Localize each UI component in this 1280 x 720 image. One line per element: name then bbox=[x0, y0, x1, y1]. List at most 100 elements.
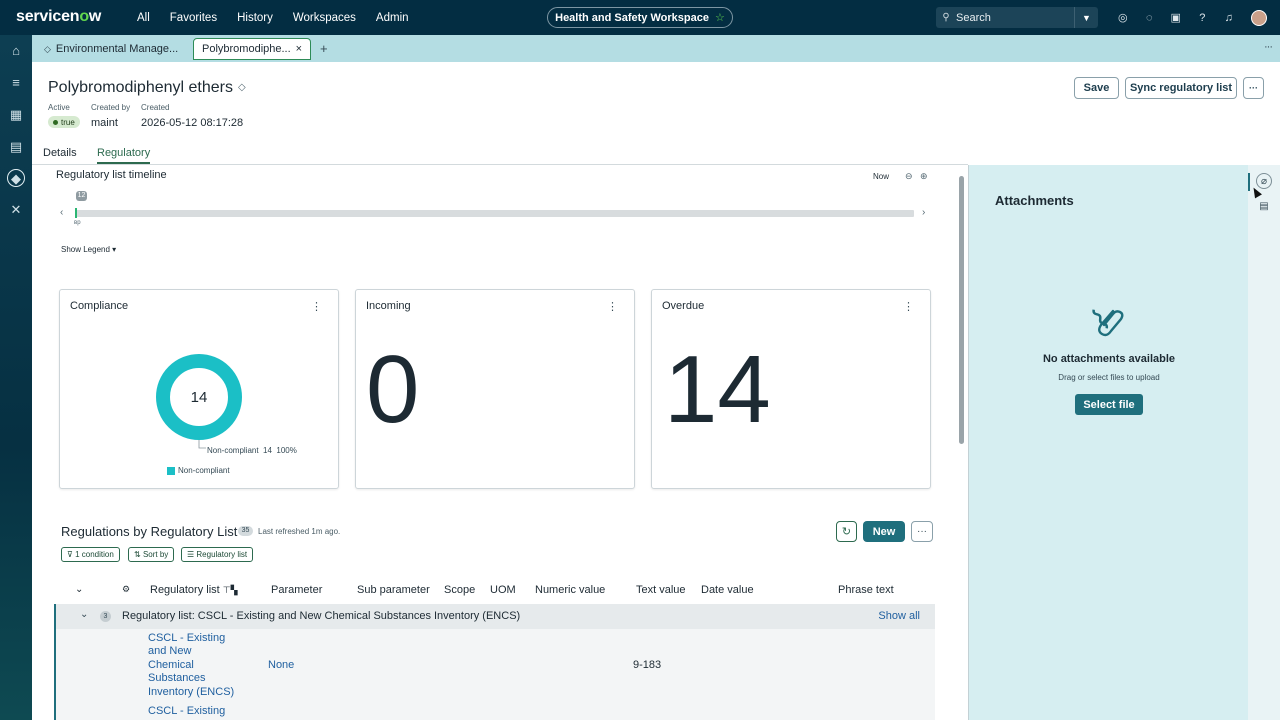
document-icon[interactable]: ▤ bbox=[1256, 199, 1272, 215]
column-date-value[interactable]: Date value bbox=[701, 584, 754, 596]
servicenow-logo[interactable]: servicenow bbox=[16, 8, 101, 26]
empty-state-hint: Drag or select files to upload bbox=[1058, 373, 1160, 382]
menu-workspaces[interactable]: Workspaces bbox=[293, 12, 356, 24]
attachment-icon[interactable]: ⌀ bbox=[1256, 173, 1272, 189]
filter-sort-icon: ⊤▚ bbox=[222, 585, 238, 595]
workspace-icon[interactable]: ◆ bbox=[7, 169, 25, 187]
table-row[interactable]: CSCL - Existing bbox=[54, 703, 935, 720]
tab-regulatory[interactable]: Regulatory bbox=[97, 147, 151, 164]
timeline-track[interactable] bbox=[75, 210, 914, 217]
column-scope[interactable]: Scope bbox=[444, 584, 475, 596]
top-icons: ◎ ◌ ▣ ? ♫ bbox=[1110, 0, 1280, 35]
timeline-next-icon[interactable]: › bbox=[922, 207, 925, 218]
donut-legend[interactable]: Non-compliant bbox=[167, 466, 230, 475]
more-actions-button[interactable]: ··· bbox=[1243, 77, 1264, 99]
tag-icon[interactable]: ◇ bbox=[238, 82, 246, 93]
status-badge: true bbox=[48, 116, 80, 128]
donut-leader-line bbox=[198, 440, 206, 449]
group-row[interactable]: ⌄ 3 Regulatory list: CSCL - Existing and… bbox=[54, 604, 935, 629]
select-file-button[interactable]: Select file bbox=[1075, 394, 1143, 415]
chip-label: Regulatory list bbox=[196, 550, 248, 559]
column-sub-parameter[interactable]: Sub parameter bbox=[357, 584, 430, 596]
menu-admin[interactable]: Admin bbox=[376, 12, 409, 24]
avatar[interactable] bbox=[1251, 9, 1267, 26]
chip-label: Sort by bbox=[142, 550, 169, 559]
timeline-now-button[interactable]: Now bbox=[873, 172, 889, 181]
column-parameter[interactable]: Parameter bbox=[271, 584, 322, 596]
timeline-prev-icon[interactable]: ‹ bbox=[60, 207, 63, 218]
close-icon[interactable]: × bbox=[296, 43, 302, 55]
zoom-in-icon[interactable]: ⊕ bbox=[920, 171, 928, 182]
sort-icon: ⇅ bbox=[134, 550, 141, 559]
tab-label: Polybromodiphe... bbox=[202, 43, 291, 55]
sync-regulatory-list-button[interactable]: Sync regulatory list bbox=[1125, 77, 1237, 99]
show-legend-toggle[interactable]: Show Legend ▾ bbox=[61, 245, 116, 254]
regulatory-list-link[interactable]: CSCL - Existing and New Chemical Substan… bbox=[148, 632, 234, 699]
created-value: 2026-05-12 08:17:28 bbox=[141, 117, 244, 129]
column-uom[interactable]: UOM bbox=[490, 584, 516, 596]
donut-center-value: 14 bbox=[191, 389, 208, 406]
workspace-switcher[interactable]: Health and Safety Workspace ☆ bbox=[547, 7, 733, 28]
menu-favorites[interactable]: Favorites bbox=[170, 12, 217, 24]
kebab-icon[interactable]: ⋮ bbox=[607, 300, 618, 313]
link-line: and New bbox=[148, 645, 192, 658]
inbox-icon[interactable]: ▣ bbox=[1163, 11, 1190, 24]
regulations-count-badge: 35 bbox=[238, 526, 253, 536]
bell-icon[interactable]: ♫ bbox=[1216, 12, 1243, 24]
zoom-out-icon[interactable]: ⊖ bbox=[905, 171, 913, 182]
column-phrase-text[interactable]: Phrase text bbox=[838, 584, 894, 596]
text-value-cell: 9-183 bbox=[633, 659, 662, 671]
chevron-down-icon[interactable]: ⌄ bbox=[80, 609, 88, 620]
global-search[interactable]: ⚲ Search ▼ bbox=[936, 7, 1098, 28]
timeline-sub-label: вр bbox=[74, 220, 81, 226]
show-all-link[interactable]: Show all bbox=[878, 610, 920, 622]
incoming-card: Incoming ⋮ 0 bbox=[355, 289, 635, 489]
globe-icon[interactable]: ◎ bbox=[1110, 11, 1137, 24]
overdue-card: Overdue ⋮ 14 bbox=[651, 289, 931, 489]
incoming-value[interactable]: 0 bbox=[366, 342, 419, 438]
top-navigation: servicenow All Favorites History Workspa… bbox=[0, 0, 1280, 35]
chat-icon[interactable]: ◌ bbox=[1136, 12, 1163, 24]
table-row[interactable]: CSCL - Existing and New Chemical Substan… bbox=[54, 629, 935, 703]
list-more-button[interactable]: ··· bbox=[911, 521, 933, 542]
timeline-count-badge[interactable]: 12 bbox=[76, 191, 87, 201]
new-button[interactable]: New bbox=[863, 521, 905, 542]
save-button[interactable]: Save bbox=[1074, 77, 1119, 99]
main-scrollbar[interactable] bbox=[959, 176, 964, 444]
column-settings-icon[interactable]: ⚙ bbox=[122, 584, 130, 595]
search-scope-dropdown[interactable]: ▼ bbox=[1074, 7, 1098, 28]
home-icon[interactable]: ⌂ bbox=[7, 42, 25, 60]
regulatory-list-link[interactable]: CSCL - Existing bbox=[148, 705, 225, 718]
empty-state-title: No attachments available bbox=[1042, 353, 1176, 365]
help-icon[interactable]: ? bbox=[1189, 12, 1216, 24]
tab-details[interactable]: Details bbox=[43, 147, 77, 159]
link-line: Inventory (ENCS) bbox=[148, 685, 235, 698]
main-menu: All Favorites History Workspaces Admin bbox=[137, 0, 429, 35]
menu-history[interactable]: History bbox=[237, 12, 273, 24]
tab-polybromodiphenyl[interactable]: Polybromodiphe... × bbox=[193, 38, 311, 60]
condition-filter-chip[interactable]: ⊽ 1 condition bbox=[61, 547, 120, 562]
list-icon[interactable]: ≡ bbox=[7, 74, 25, 92]
menu-all[interactable]: All bbox=[137, 12, 150, 24]
clipboard-icon[interactable]: ▤ bbox=[7, 138, 25, 156]
kebab-icon[interactable]: ⋮ bbox=[903, 300, 914, 313]
timeline-marker[interactable] bbox=[75, 208, 77, 218]
tools-icon[interactable]: ✕ bbox=[7, 201, 25, 219]
tab-environmental[interactable]: ◇ Environmental Manage... bbox=[36, 38, 192, 60]
slice-label: Non-compliant bbox=[207, 446, 259, 455]
refresh-button[interactable]: ↻ bbox=[836, 521, 857, 542]
search-input[interactable]: Search bbox=[956, 12, 1074, 24]
parameter-link[interactable]: None bbox=[268, 659, 294, 672]
column-regulatory-list[interactable]: Regulatory list ⊤▚ bbox=[150, 584, 238, 596]
overdue-value[interactable]: 14 bbox=[664, 342, 771, 438]
sort-by-chip[interactable]: ⇅ Sort by bbox=[128, 547, 175, 562]
add-tab-button[interactable]: + bbox=[320, 41, 328, 56]
column-numeric-value[interactable]: Numeric value bbox=[535, 584, 605, 596]
group-by-chip[interactable]: ☰ Regulatory list bbox=[181, 547, 254, 562]
column-text-value[interactable]: Text value bbox=[636, 584, 686, 596]
more-icon[interactable]: ··· bbox=[1264, 41, 1273, 53]
collapse-all-icon[interactable]: ⌄ bbox=[75, 584, 83, 595]
compliance-donut[interactable]: 14 bbox=[60, 290, 338, 488]
calendar-icon[interactable]: ▦ bbox=[7, 106, 25, 124]
star-icon[interactable]: ☆ bbox=[715, 11, 725, 24]
